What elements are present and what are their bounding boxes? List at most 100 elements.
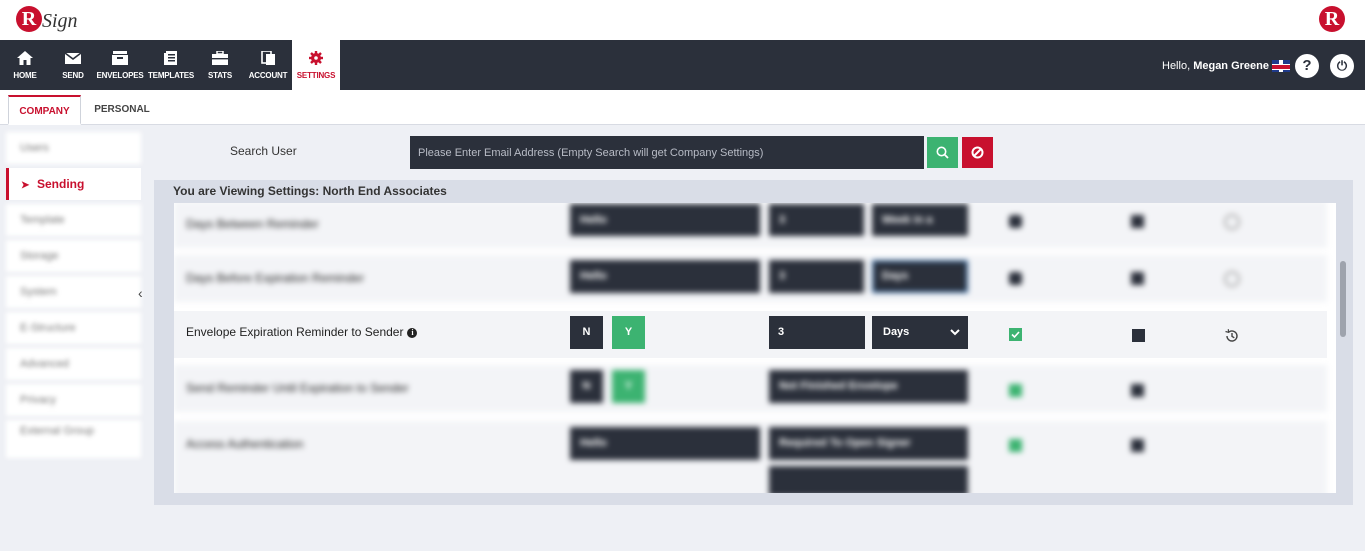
history-icon[interactable] bbox=[1224, 328, 1240, 344]
sidebar-item-advanced[interactable]: Advanced bbox=[6, 348, 141, 380]
home-icon bbox=[17, 51, 33, 65]
nav-envelopes-label: ENVELOPES bbox=[96, 71, 144, 80]
nav-home[interactable]: HOME bbox=[6, 40, 44, 90]
row-select[interactable]: Hello bbox=[570, 427, 760, 460]
settings-sidebar: Users ➤ Sending Template Storage System E… bbox=[6, 132, 141, 458]
brand-wordmark: Sign bbox=[42, 10, 78, 32]
templates-icon bbox=[164, 51, 177, 65]
settings-row: Days Between Reminder Hello 3 Week in a bbox=[174, 203, 1327, 248]
row-label: Days Between Reminder bbox=[186, 217, 319, 231]
row-option-select[interactable]: Not Finished Envelope bbox=[769, 370, 968, 403]
row-label: Days Before Expiration Reminder bbox=[186, 271, 365, 285]
envelopes-icon bbox=[112, 51, 128, 65]
toggle-no-button[interactable]: N bbox=[570, 370, 603, 403]
nav-stats-label: STATS bbox=[207, 71, 233, 80]
sidebar-item-sending[interactable]: ➤ Sending bbox=[6, 168, 141, 200]
nav-home-label: HOME bbox=[13, 71, 37, 80]
row-unit-select[interactable]: Week in a bbox=[872, 204, 968, 236]
settings-row: Access Authentication Hello Required To … bbox=[174, 421, 1327, 493]
row-override-box[interactable] bbox=[1131, 272, 1144, 285]
search-button[interactable] bbox=[927, 137, 958, 168]
row-option-select-2[interactable] bbox=[769, 466, 968, 493]
row-override-box[interactable] bbox=[1131, 384, 1144, 397]
settings-row: Days Before Expiration Reminder Hello 3 … bbox=[174, 255, 1327, 302]
sidebar-item-privacy[interactable]: Privacy bbox=[6, 384, 141, 416]
search-user-label: Search User bbox=[230, 144, 297, 158]
tab-company[interactable]: COMPANY bbox=[8, 95, 81, 125]
lock-checkbox[interactable] bbox=[1009, 328, 1022, 341]
toggle-yes-button[interactable]: Y bbox=[612, 370, 645, 403]
reminder-unit-select[interactable]: Days bbox=[872, 316, 968, 349]
settings-panel: You are Viewing Settings: North End Asso… bbox=[154, 180, 1353, 505]
row-select[interactable]: Hello bbox=[570, 260, 760, 293]
user-greeting: Hello, Megan Greene bbox=[1162, 60, 1269, 72]
row-number[interactable]: 3 bbox=[769, 204, 864, 236]
row-label: Access Authentication bbox=[186, 437, 304, 451]
history-icon[interactable] bbox=[1224, 271, 1240, 287]
nav-envelopes[interactable]: ENVELOPES bbox=[96, 40, 144, 90]
user-name: Megan Greene bbox=[1193, 60, 1269, 72]
main-nav: HOME SEND ENVELOPES TEMPLATES STATS ACCO… bbox=[0, 40, 1365, 90]
tab-personal[interactable]: PERSONAL bbox=[86, 95, 158, 125]
settings-subtabs: COMPANY PERSONAL bbox=[0, 90, 1365, 125]
toggle-no-button[interactable]: N bbox=[570, 316, 603, 349]
send-icon bbox=[65, 52, 81, 64]
row-option-select[interactable]: Required To Open Signer bbox=[769, 427, 968, 460]
stats-icon bbox=[212, 51, 228, 65]
row-select[interactable]: Hello bbox=[570, 204, 760, 236]
nav-settings-label: SETTINGS bbox=[296, 71, 336, 80]
settings-icon bbox=[309, 51, 323, 65]
sidebar-item-users[interactable]: Users bbox=[6, 132, 141, 164]
greeting-text: Hello, bbox=[1162, 60, 1191, 72]
clear-icon bbox=[971, 146, 984, 159]
top-header: R Sign R bbox=[0, 0, 1365, 40]
nav-stats[interactable]: STATS bbox=[204, 40, 236, 90]
sidebar-item-e-structure[interactable]: E-Structure bbox=[6, 312, 141, 344]
reminder-days-input[interactable]: 3 bbox=[769, 316, 865, 349]
sidebar-item-label: Sending bbox=[37, 177, 85, 191]
override-checkbox[interactable] bbox=[1132, 329, 1145, 342]
search-user-input[interactable] bbox=[410, 136, 924, 169]
row-unit-select[interactable]: Days bbox=[872, 260, 968, 293]
row-checkbox[interactable] bbox=[1009, 384, 1022, 397]
nav-send[interactable]: SEND bbox=[56, 40, 90, 90]
nav-templates[interactable]: TEMPLATES bbox=[148, 40, 194, 90]
settings-row: Send Reminder Until Expiration to Sender… bbox=[174, 365, 1327, 412]
scrollbar-thumb[interactable] bbox=[1340, 261, 1346, 337]
search-icon bbox=[936, 146, 949, 159]
nav-send-label: SEND bbox=[62, 71, 84, 80]
paper-plane-icon: ➤ bbox=[21, 180, 30, 191]
select-value: Days bbox=[883, 326, 910, 338]
row-override-box[interactable] bbox=[1131, 439, 1144, 452]
sidebar-collapse-button[interactable]: ‹ bbox=[138, 284, 150, 302]
row-label: Envelope Expiration Reminder to Sender i bbox=[186, 325, 418, 339]
clear-search-button[interactable] bbox=[962, 137, 993, 168]
history-icon[interactable] bbox=[1224, 214, 1240, 230]
nav-account-label: ACCOUNT bbox=[248, 71, 288, 80]
row-label: Send Reminder Until Expiration to Sender bbox=[186, 381, 409, 395]
sidebar-item-external-group[interactable]: External Group bbox=[6, 420, 141, 458]
row-number[interactable]: 3 bbox=[769, 260, 864, 293]
info-icon[interactable]: i bbox=[407, 328, 418, 338]
help-button[interactable]: ? bbox=[1295, 54, 1319, 78]
row-override-box[interactable] bbox=[1131, 215, 1144, 228]
row-checkbox[interactable] bbox=[1009, 272, 1022, 285]
toggle-yes-button[interactable]: Y bbox=[612, 316, 645, 349]
sidebar-item-template[interactable]: Template bbox=[6, 204, 141, 236]
right-brand-logo[interactable]: R bbox=[1319, 6, 1345, 32]
sidebar-item-system[interactable]: System bbox=[6, 276, 141, 308]
row-checkbox[interactable] bbox=[1009, 215, 1022, 228]
nav-settings[interactable]: SETTINGS bbox=[292, 40, 340, 90]
settings-scrollbar[interactable] bbox=[1338, 203, 1348, 493]
nav-templates-label: TEMPLATES bbox=[148, 71, 195, 80]
account-icon bbox=[261, 51, 275, 65]
row-checkbox[interactable] bbox=[1009, 439, 1022, 452]
logout-button[interactable]: ⏻ bbox=[1330, 54, 1354, 78]
sidebar-item-storage[interactable]: Storage bbox=[6, 240, 141, 272]
nav-account[interactable]: ACCOUNT bbox=[246, 40, 290, 90]
brand-logo[interactable]: R bbox=[16, 6, 42, 32]
settings-row-envelope-expiration-reminder: Envelope Expiration Reminder to Sender i … bbox=[174, 311, 1327, 358]
chevron-down-icon bbox=[950, 329, 960, 336]
language-flag-icon[interactable] bbox=[1272, 60, 1290, 72]
settings-list: Days Between Reminder Hello 3 Week in a … bbox=[174, 203, 1336, 493]
